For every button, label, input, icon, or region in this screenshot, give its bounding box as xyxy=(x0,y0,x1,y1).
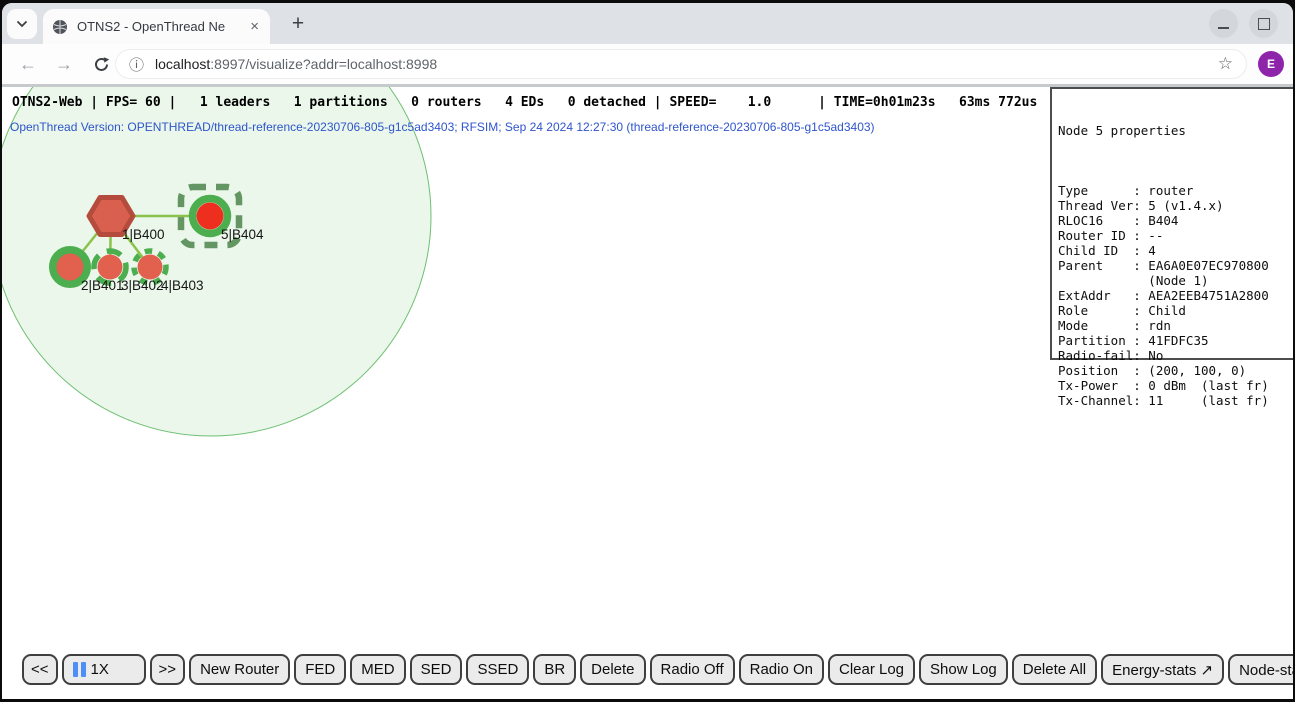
action-bar: << 1X >> New Router FED MED SED SSED BR … xyxy=(22,654,1293,685)
node-4-body xyxy=(138,255,163,280)
rewind-button[interactable]: << xyxy=(22,654,58,685)
tab-search-button[interactable] xyxy=(7,9,37,39)
node-5-body xyxy=(197,203,224,230)
show-log-button[interactable]: Show Log xyxy=(919,654,1008,685)
node-2-label: 2|B401 xyxy=(81,278,124,293)
delete-button[interactable]: Delete xyxy=(580,654,645,685)
bookmark-star-icon[interactable]: ☆ xyxy=(1218,54,1233,74)
ssed-button[interactable]: SSED xyxy=(466,654,529,685)
minimize-icon xyxy=(1218,27,1229,29)
screenshot-root: { "browser": { "tab": { "title": "OTNS2 … xyxy=(0,0,1295,702)
forward-button[interactable]: → xyxy=(49,44,79,84)
browser-toolbar: ← → ⓘ localhost:8997/visualize?addr=loca… xyxy=(2,44,1293,84)
radio-on-button[interactable]: Radio On xyxy=(739,654,824,685)
new-router-button[interactable]: New Router xyxy=(189,654,290,685)
node-5-label: 5|B404 xyxy=(221,227,264,242)
browser-tab[interactable]: OTNS2 - OpenThread Ne × xyxy=(43,9,270,44)
version-line: OpenThread Version: OPENTHREAD/thread-re… xyxy=(10,120,875,134)
pause-icon xyxy=(73,662,86,677)
tab-title: OTNS2 - OpenThread Ne xyxy=(77,19,248,34)
speed-label: 1X xyxy=(91,661,109,678)
fast-forward-button[interactable]: >> xyxy=(150,654,186,685)
tab-close-icon[interactable]: × xyxy=(248,19,261,34)
energy-stats-button[interactable]: Energy-stats ↗ xyxy=(1101,654,1224,685)
url-text: localhost:8997/visualize?addr=localhost:… xyxy=(155,56,437,72)
status-line: OTNS2-Web | FPS= 60 | 1 leaders 1 partit… xyxy=(12,95,1037,110)
back-button[interactable]: ← xyxy=(13,44,43,84)
node-3-label: 3|B402 xyxy=(121,278,164,293)
maximize-icon xyxy=(1258,18,1270,30)
browser-window: OTNS2 - OpenThread Ne × + ← → ⓘ localhos… xyxy=(2,3,1293,699)
delete-all-button[interactable]: Delete All xyxy=(1012,654,1097,685)
reload-icon xyxy=(93,56,110,73)
node-stats-button[interactable]: Node-stats ↗ xyxy=(1228,654,1293,685)
url-host: localhost xyxy=(155,56,210,72)
globe-favicon-icon xyxy=(52,19,68,35)
new-tab-button[interactable]: + xyxy=(285,11,311,37)
radio-off-button[interactable]: Radio Off xyxy=(650,654,735,685)
page-info-icon[interactable]: ⓘ xyxy=(129,54,144,75)
node-properties-title: Node 5 properties xyxy=(1058,123,1287,138)
otns-page: 1|B400 5|B404 2|B401 3|B402 4|B403 OTNS2… xyxy=(2,87,1293,699)
window-minimize-button[interactable] xyxy=(1209,9,1238,38)
clear-log-button[interactable]: Clear Log xyxy=(828,654,915,685)
node-4-label: 4|B403 xyxy=(161,278,204,293)
window-maximize-button[interactable] xyxy=(1249,9,1278,38)
profile-avatar[interactable]: E xyxy=(1258,51,1284,77)
sed-button[interactable]: SED xyxy=(410,654,463,685)
address-bar[interactable]: ⓘ localhost:8997/visualize?addr=localhos… xyxy=(115,49,1247,79)
br-button[interactable]: BR xyxy=(533,654,576,685)
fed-button[interactable]: FED xyxy=(294,654,346,685)
url-path: :8997/visualize?addr=localhost:8998 xyxy=(210,56,437,72)
node-properties-body: Type : router Thread Ver: 5 (v1.4.x) RLO… xyxy=(1058,183,1287,408)
med-button[interactable]: MED xyxy=(350,654,405,685)
node-1-label: 1|B400 xyxy=(122,227,165,242)
node-3-body xyxy=(98,255,123,280)
chevron-down-icon xyxy=(15,17,29,31)
speed-button[interactable]: 1X xyxy=(62,654,146,685)
reload-button[interactable] xyxy=(86,44,116,84)
tab-strip: OTNS2 - OpenThread Ne × + xyxy=(2,3,1293,44)
node-2-body xyxy=(57,254,84,281)
node-properties-panel: Node 5 properties Type : router Thread V… xyxy=(1050,87,1293,360)
